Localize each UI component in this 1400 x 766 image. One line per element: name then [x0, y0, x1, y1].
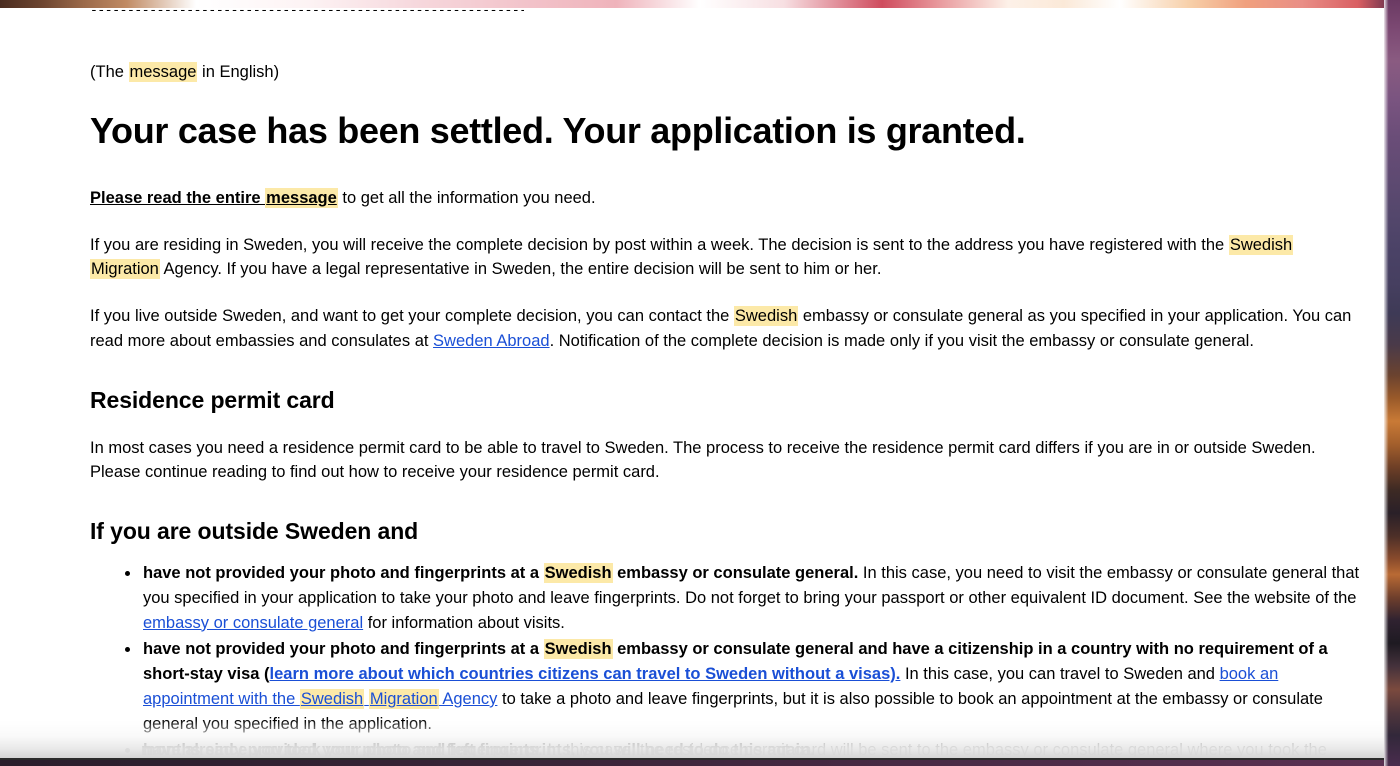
- language-note: (The message in English): [90, 61, 1362, 83]
- language-note-suffix: in English): [197, 63, 280, 81]
- par2-a: If you live outside Sweden, and want to …: [90, 307, 734, 326]
- highlight-swedish: Swedish: [299, 688, 365, 709]
- highlight-swedish: Swedish: [543, 563, 613, 584]
- link-embassy-or-consulate-general[interactable]: embassy or consulate general: [143, 614, 363, 632]
- list-item: have not provided your photo and fingerp…: [141, 637, 1362, 736]
- bottom-dark-strip: [0, 760, 1384, 766]
- highlight-message: message: [128, 62, 198, 82]
- bullet2-bold-a: have not provided your photo and fingerp…: [143, 640, 544, 659]
- par2-c: . Notification of the complete decision …: [549, 331, 1254, 350]
- list-item: have not provided your photo and fingerp…: [141, 561, 1362, 635]
- lead-strong-prefix: Please read the entire: [90, 188, 266, 207]
- outside-sweden-bullet-list: have not provided your photo and fingerp…: [90, 561, 1362, 766]
- highlight-swedish: Swedish: [1228, 234, 1294, 255]
- page-title: Your case has been settled. Your applica…: [90, 110, 1026, 152]
- section-heading-residence-permit-card: Residence permit card: [90, 386, 335, 413]
- link-sweden-abroad[interactable]: Sweden Abroad: [433, 332, 550, 350]
- bullet1-text-b: for information about visits.: [363, 613, 565, 632]
- bullet1-bold-b: embassy or consulate general.: [612, 564, 859, 583]
- highlight-migration: Migration: [368, 688, 439, 709]
- dashed-divider: ----------------------------------------…: [90, 8, 524, 13]
- highlight-swedish: Swedish: [543, 639, 613, 660]
- paragraph-residing-in-sweden: If you are residing in Sweden, you will …: [90, 233, 1362, 283]
- lead-highlight-message: message: [265, 187, 338, 208]
- par1-c: Agency. If you have a legal representati…: [159, 260, 882, 279]
- link-part-b: Agency: [438, 689, 498, 708]
- right-decorative-image-strip: [1384, 0, 1400, 766]
- bullet2-text-a: In this case, you can travel to Sweden a…: [900, 665, 1220, 684]
- paragraph-outside-sweden: If you live outside Sweden, and want to …: [90, 304, 1362, 354]
- language-note-prefix: (The: [90, 63, 129, 81]
- link-visa-free-countries[interactable]: learn more about which countries citizen…: [270, 665, 901, 683]
- paragraph-residence-permit-card: In most cases you need a residence permi…: [90, 438, 1316, 482]
- section-heading-if-outside-sweden: If you are outside Sweden and: [90, 518, 419, 545]
- cut-off-text-line: months since you took your photo and lef…: [141, 740, 815, 759]
- lead-instruction: Please read the entire message to get al…: [90, 187, 1362, 211]
- document-page: ----------------------------------------…: [0, 8, 1384, 766]
- highlight-migration: Migration: [90, 259, 160, 280]
- bullet1-bold-a: have not provided your photo and fingerp…: [143, 564, 544, 583]
- par1-a: If you are residing in Sweden, you will …: [90, 235, 1229, 254]
- document-content: ----------------------------------------…: [0, 8, 1362, 766]
- top-decorative-image-strip: [0, 0, 1400, 8]
- lead-rest: to get all the information you need.: [337, 188, 596, 207]
- highlight-swedish: Swedish: [733, 306, 799, 327]
